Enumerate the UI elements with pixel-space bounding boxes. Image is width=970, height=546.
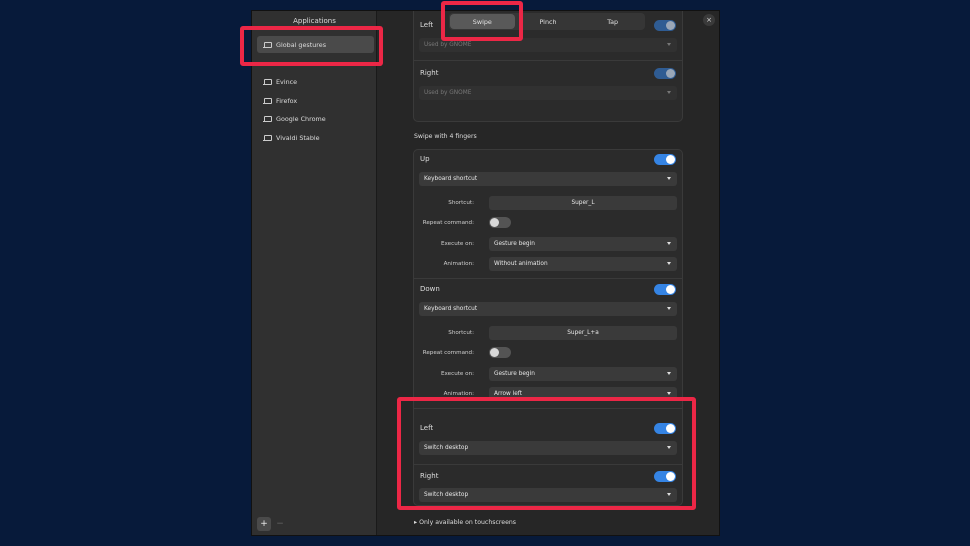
app-item-vivaldi-stable[interactable]: Vivaldi Stable	[257, 129, 374, 146]
up-toggle[interactable]	[654, 154, 676, 165]
highlight-swipe-tab	[441, 1, 523, 41]
dropdown-value: Without animation	[494, 261, 548, 267]
up-row-title: Up	[420, 155, 430, 163]
down-repeat-toggle[interactable]	[489, 347, 511, 358]
down-toggle[interactable]	[654, 284, 676, 295]
tab-pinch[interactable]: Pinch	[516, 13, 581, 30]
laptop-icon	[263, 97, 272, 104]
laptop-icon	[263, 78, 272, 85]
dropdown-value: Keyboard shortcut	[424, 176, 478, 182]
up-repeat-toggle[interactable]	[489, 217, 511, 228]
divider	[414, 60, 682, 61]
app-item-label: Evince	[276, 77, 298, 86]
touchscreen-expander[interactable]: ▸ Only available on touchscreens	[414, 519, 516, 526]
close-button[interactable]: ×	[703, 14, 715, 26]
up-execute-on-dropdown[interactable]: Gesture begin	[489, 237, 677, 251]
divider	[414, 278, 682, 279]
laptop-icon	[263, 134, 272, 141]
dropdown-value: Gesture begin	[494, 241, 535, 247]
dropdown-value: Keyboard shortcut	[424, 306, 478, 312]
chevron-down-icon	[667, 91, 671, 94]
left-toggle[interactable]	[654, 20, 676, 31]
dropdown-value: Used by GNOME	[424, 42, 472, 48]
highlight-left-right-rows	[397, 397, 696, 510]
app-item-label: Google Chrome	[276, 114, 326, 123]
remove-app-button[interactable]: −	[273, 517, 287, 531]
chevron-down-icon	[667, 262, 671, 265]
app-item-firefox[interactable]: Firefox	[257, 92, 374, 109]
four-finger-heading: Swipe with 4 fingers	[414, 133, 477, 140]
highlight-global-gestures	[240, 26, 383, 66]
up-action-dropdown[interactable]: Keyboard shortcut	[419, 172, 677, 186]
tab-tap[interactable]: Tap	[580, 13, 645, 30]
expander-label: Only available on touchscreens	[419, 519, 517, 526]
up-animation-dropdown[interactable]: Without animation	[489, 257, 677, 271]
laptop-icon	[263, 115, 272, 122]
down-execute-on-dropdown[interactable]: Gesture begin	[489, 367, 677, 381]
chevron-right-icon: ▸	[414, 519, 418, 526]
chevron-down-icon	[667, 372, 671, 375]
shortcut-label: Shortcut:	[448, 330, 474, 336]
down-action-dropdown[interactable]: Keyboard shortcut	[419, 302, 677, 316]
execute-on-label: Execute on:	[441, 241, 474, 247]
sidebar-title: Applications	[293, 17, 336, 25]
app-item-google-chrome[interactable]: Google Chrome	[257, 110, 374, 127]
repeat-command-label: Repeat command:	[422, 350, 474, 356]
app-item-label: Vivaldi Stable	[276, 133, 320, 142]
right-action-dropdown[interactable]: Used by GNOME	[419, 86, 677, 100]
chevron-down-icon	[667, 177, 671, 180]
chevron-down-icon	[667, 43, 671, 46]
chevron-down-icon	[667, 242, 671, 245]
dropdown-value: Used by GNOME	[424, 90, 472, 96]
down-shortcut-field[interactable]: Super_L+a	[489, 326, 677, 340]
right-row-title: Right	[420, 69, 439, 77]
repeat-command-label: Repeat command:	[422, 220, 474, 226]
app-item-evince[interactable]: Evince	[257, 73, 374, 90]
app-item-label: Firefox	[276, 96, 298, 105]
animation-label: Animation:	[443, 261, 474, 267]
right-toggle[interactable]	[654, 68, 676, 79]
applications-sidebar: Applications Global gestures Evince Fire…	[252, 11, 377, 535]
execute-on-label: Execute on:	[441, 371, 474, 377]
left-row-title: Left	[420, 21, 434, 29]
chevron-down-icon	[667, 392, 671, 395]
down-row-title: Down	[420, 285, 440, 293]
add-app-button[interactable]: +	[257, 517, 271, 531]
shortcut-label: Shortcut:	[448, 200, 474, 206]
dropdown-value: Gesture begin	[494, 371, 535, 377]
chevron-down-icon	[667, 307, 671, 310]
up-shortcut-field[interactable]: Super_L	[489, 196, 677, 210]
